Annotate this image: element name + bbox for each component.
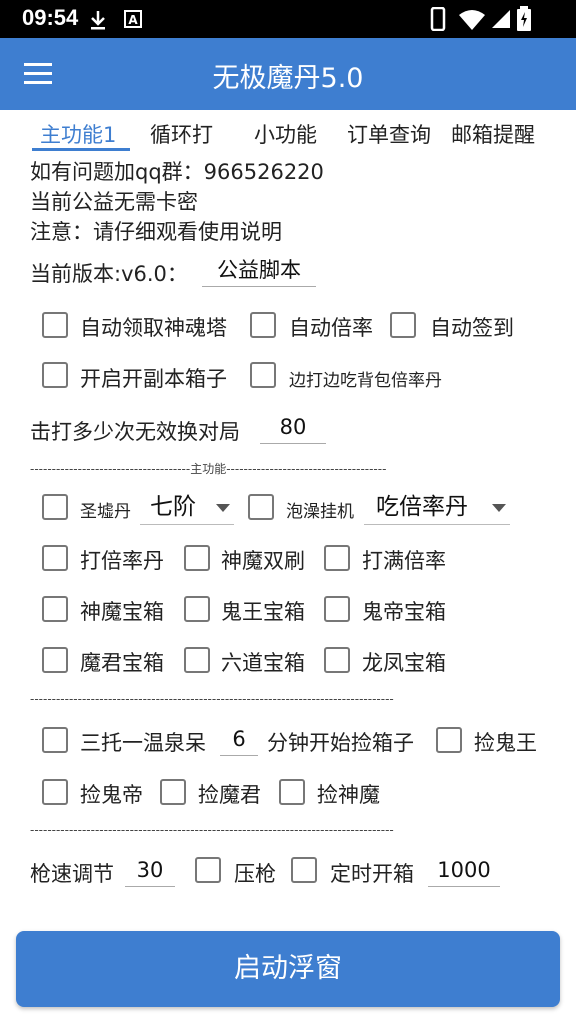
invalid-switch-input[interactable]: 80 [260, 411, 326, 444]
gun-speed-label: 枪速调节 [30, 862, 114, 886]
usage-notice: 注意：请仔细观看使用说明 [30, 220, 282, 244]
pick-demon-lord-checkbox[interactable] [160, 779, 186, 805]
ghost-emperor-chest-checkbox[interactable] [324, 596, 350, 622]
pick-god-demon-checkbox[interactable] [279, 779, 305, 805]
status-time: 09:54 [22, 5, 79, 30]
tab-email-reminder[interactable]: 邮箱提醒 [451, 119, 535, 149]
auto-soul-tower-label: 自动领取神魂塔 [80, 316, 227, 340]
auto-soul-tower-checkbox[interactable] [42, 312, 68, 338]
section-divider: ----------------------------------------… [30, 692, 394, 706]
invalid-switch-label: 击打多少次无效换对局 [30, 420, 240, 444]
pick-ghost-emperor-label: 捡鬼帝 [80, 783, 143, 807]
tab-loop-fight[interactable]: 循环打 [150, 119, 213, 149]
pick-ghost-king-checkbox[interactable] [436, 727, 462, 753]
svg-text:A: A [128, 13, 138, 27]
bath-afk-select[interactable]: 吃倍率丹 [364, 490, 510, 525]
holy-ruins-select-value: 七阶 [150, 494, 196, 520]
dragon-phoenix-chest-label: 龙凤宝箱 [362, 651, 446, 675]
bath-afk-select-value: 吃倍率丹 [376, 494, 468, 520]
timer-label: 定时开箱 [330, 862, 414, 886]
eat-while-fight-checkbox[interactable] [250, 362, 276, 388]
auto-signin-checkbox[interactable] [390, 312, 416, 338]
gun-speed-input[interactable]: 30 [125, 854, 175, 887]
pick-god-demon-label: 捡神魔 [317, 783, 380, 807]
god-demon-double-label: 神魔双刷 [221, 549, 305, 573]
holy-ruins-label: 圣墟丹 [80, 502, 131, 522]
recoil-checkbox[interactable] [195, 857, 221, 883]
god-demon-double-checkbox[interactable] [184, 545, 210, 571]
timer-checkbox[interactable] [291, 857, 317, 883]
six-paths-chest-label: 六道宝箱 [221, 651, 305, 675]
hit-full-multiplier-checkbox[interactable] [324, 545, 350, 571]
eat-while-fight-label: 边打边吃背包倍率丹 [289, 371, 442, 391]
auto-signin-label: 自动签到 [430, 316, 514, 340]
hot-spring-checkbox[interactable] [42, 727, 68, 753]
active-tab-indicator [32, 148, 130, 151]
main-function-divider: -------------------------------------主功能… [30, 462, 387, 476]
holy-ruins-checkbox[interactable] [42, 494, 68, 520]
chevron-down-icon [216, 504, 230, 512]
hit-multiplier-pill-label: 打倍率丹 [80, 549, 164, 573]
ghost-emperor-chest-label: 鬼帝宝箱 [362, 600, 446, 624]
battery-charging-icon [517, 6, 531, 31]
app-bar: 无极魔丹5.0 [0, 38, 576, 110]
open-dungeon-chest-checkbox[interactable] [42, 362, 68, 388]
status-bar: 09:54 A [0, 0, 576, 38]
bath-afk-checkbox[interactable] [248, 494, 274, 520]
section-divider-2: ----------------------------------------… [30, 823, 394, 837]
tab-order-query[interactable]: 订单查询 [347, 119, 431, 149]
tab-main-1[interactable]: 主功能1 [40, 119, 116, 149]
pick-ghost-king-label: 捡鬼王 [474, 731, 537, 755]
wifi-icon [459, 10, 485, 30]
tab-small-functions[interactable]: 小功能 [254, 119, 317, 149]
minutes-input[interactable]: 6 [220, 723, 258, 756]
start-floating-window-button[interactable]: 启动浮窗 [16, 931, 560, 1007]
signal-icon [492, 10, 510, 28]
god-demon-chest-label: 神魔宝箱 [80, 600, 164, 624]
keyboard-a-icon: A [124, 10, 142, 28]
demon-lord-chest-label: 魔君宝箱 [80, 651, 164, 675]
qq-group-info: 如有问题加qq群：966526220 [30, 160, 324, 184]
phone-icon [430, 7, 446, 31]
hit-multiplier-pill-checkbox[interactable] [42, 545, 68, 571]
version-field[interactable]: 公益脚本 [202, 254, 316, 287]
free-notice: 当前公益无需卡密 [30, 190, 198, 214]
bath-afk-label: 泡澡挂机 [286, 502, 354, 522]
holy-ruins-select[interactable]: 七阶 [140, 490, 234, 525]
auto-multiplier-checkbox[interactable] [250, 312, 276, 338]
download-icon [91, 11, 105, 30]
pick-demon-lord-label: 捡魔君 [198, 783, 261, 807]
dragon-phoenix-chest-checkbox[interactable] [324, 647, 350, 673]
auto-multiplier-label: 自动倍率 [289, 316, 373, 340]
hot-spring-label: 三托一温泉呆 [80, 731, 206, 755]
six-paths-chest-checkbox[interactable] [184, 647, 210, 673]
chevron-down-icon [492, 504, 506, 512]
open-dungeon-chest-label: 开启开副本箱子 [80, 367, 227, 391]
hit-full-multiplier-label: 打满倍率 [362, 549, 446, 573]
recoil-label: 压枪 [234, 862, 276, 886]
minutes-suffix-label: 分钟开始捡箱子 [267, 731, 414, 755]
app-title: 无极魔丹5.0 [212, 63, 364, 94]
version-label: 当前版本:v6.0： [30, 262, 188, 286]
ghost-king-chest-checkbox[interactable] [184, 596, 210, 622]
demon-lord-chest-checkbox[interactable] [42, 647, 68, 673]
pick-ghost-emperor-checkbox[interactable] [42, 779, 68, 805]
ghost-king-chest-label: 鬼王宝箱 [221, 600, 305, 624]
timer-input[interactable]: 1000 [428, 854, 500, 887]
god-demon-chest-checkbox[interactable] [42, 596, 68, 622]
